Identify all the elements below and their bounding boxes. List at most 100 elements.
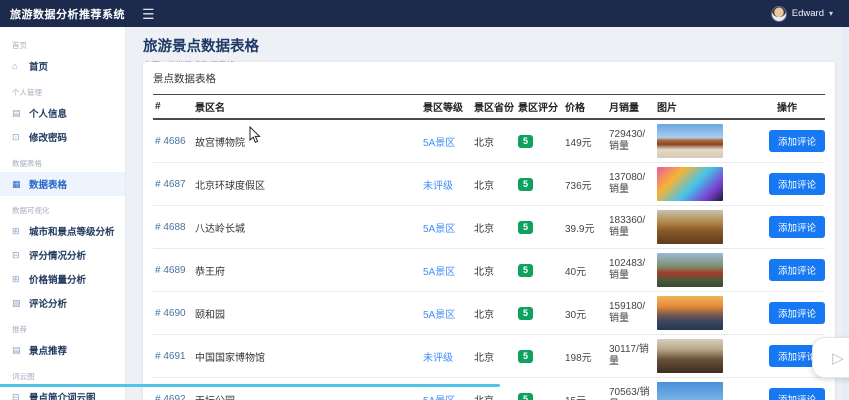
attraction-province: 北京	[474, 309, 494, 321]
sidebar-item-label: 评论分析	[29, 299, 68, 310]
user-name: Edward	[791, 8, 824, 19]
table-row[interactable]: # 4691 中国国家博物馆 未评级 北京 5 198元 30117/销量 添加…	[153, 334, 826, 378]
play-button-overlay[interactable]: ▷	[812, 337, 849, 378]
attraction-price: 30元	[565, 309, 587, 321]
add-comment-button[interactable]: 添加评论	[769, 173, 826, 195]
col-header-province: 景区省份	[472, 94, 516, 120]
attraction-level-link[interactable]: 5A景区	[423, 267, 455, 278]
card-title: 景点数据表格	[153, 73, 216, 85]
data-table-card: 景点数据表格 # 景区名 景区等级 景区省份 景区评分 价格 月销量 图片 操作…	[143, 62, 835, 400]
attraction-name: 中国国家博物馆	[195, 352, 265, 364]
avatar	[770, 5, 787, 22]
sidebar-item-label: 价格销量分析	[29, 275, 87, 286]
attraction-id: # 4690	[155, 307, 186, 319]
sidebar-item-home[interactable]: ⌂ 首页	[0, 54, 125, 78]
video-progress-bar[interactable]	[0, 384, 500, 387]
key-icon: ⊡	[12, 131, 20, 142]
table-row[interactable]: # 4687 北京环球度假区 未评级 北京 5 736元 137080/销量 添…	[153, 162, 826, 206]
attraction-level-link[interactable]: 5A景区	[423, 310, 455, 321]
wordcloud-icon: ⊟	[12, 391, 20, 400]
attraction-sales: 30117/销量	[609, 343, 649, 368]
attraction-province: 北京	[474, 352, 494, 364]
attraction-image	[657, 124, 723, 158]
attraction-image	[657, 210, 723, 244]
col-header-image: 图片	[655, 94, 763, 120]
sidebar-section-label: 数据可视化	[12, 206, 50, 215]
table-icon: ▦	[12, 178, 21, 189]
topbar: 旅游数据分析推荐系统 ☰ Edward ▾	[0, 0, 849, 27]
home-icon: ⌂	[12, 61, 18, 71]
attraction-image	[657, 339, 723, 373]
play-icon: ▷	[832, 349, 844, 367]
attraction-sales: 137080/销量	[609, 171, 646, 196]
sidebar-item-label: 评分情况分析	[29, 251, 87, 262]
attraction-province: 北京	[474, 180, 494, 192]
attraction-price: 736元	[565, 180, 592, 192]
table-row[interactable]: # 4688 八达岭长城 5A景区 北京 5 39.9元 183360/销量 添…	[153, 205, 826, 249]
sidebar-item-city-level-analysis[interactable]: ⊞ 城市和景点等级分析	[0, 219, 125, 243]
col-header-action: 操作	[763, 94, 825, 120]
sidebar-item-label: 个人信息	[29, 109, 68, 120]
rating-badge: 5	[518, 177, 534, 191]
sidebar-item-attraction-recommend[interactable]: ▤ 景点推荐	[0, 338, 125, 362]
attraction-sales: 102483/销量	[609, 257, 646, 282]
attraction-level-link[interactable]: 5A景区	[423, 224, 455, 235]
table-body: # 4686 故宫博物院 5A景区 北京 5 149元 729430/销量 添加…	[153, 119, 826, 400]
sidebar-item-comment-analysis[interactable]: ▨ 评论分析	[0, 291, 125, 315]
attraction-province: 北京	[474, 396, 494, 400]
sidebar-item-rating-analysis[interactable]: ⊟ 评分情况分析	[0, 243, 125, 267]
add-comment-button[interactable]: 添加评论	[769, 259, 826, 281]
caret-down-icon: ▾	[828, 9, 833, 18]
attraction-image	[657, 253, 723, 287]
add-comment-button[interactable]: 添加评论	[769, 216, 826, 238]
attraction-province: 北京	[474, 223, 494, 235]
sidebar-item-price-sales-analysis[interactable]: ⊞ 价格销量分析	[0, 267, 125, 291]
sidebar-section-label: 个人管理	[12, 88, 42, 97]
attraction-sales: 183360/销量	[609, 214, 646, 239]
recommend-icon: ▤	[12, 344, 21, 355]
attraction-image	[657, 296, 723, 330]
attraction-name: 北京环球度假区	[195, 180, 265, 192]
sidebar-item-profile[interactable]: ▤ 个人信息	[0, 101, 125, 125]
table-row[interactable]: # 4690 颐和园 5A景区 北京 5 30元 159180/销量 添加评论	[153, 291, 826, 335]
table-row[interactable]: # 4689 恭王府 5A景区 北京 5 40元 102483/销量 添加评论	[153, 248, 826, 292]
attraction-name: 恭王府	[195, 266, 225, 278]
attraction-id: # 4692	[155, 393, 186, 400]
rating-badge: 5	[518, 392, 534, 400]
attraction-name: 八达岭长城	[195, 223, 245, 235]
sidebar-item-change-password[interactable]: ⊡ 修改密码	[0, 125, 125, 149]
attraction-sales: 729430/销量	[609, 128, 646, 153]
sidebar: 首页 ⌂ 首页 个人管理 ▤ 个人信息 ⊡ 修改密码 数据表格 ▦ 数据表格 数据可视化 ⊞ 城市和景点等…	[0, 27, 126, 400]
table-row[interactable]: # 4692 天坛公园 5A景区 北京 5 15元 70563/销量 添加评论	[153, 377, 826, 400]
attraction-price: 15元	[565, 396, 586, 400]
attraction-level-link[interactable]: 5A景区	[423, 138, 455, 149]
sidebar-item-label: 修改密码	[29, 133, 68, 144]
attraction-id: # 4686	[155, 135, 186, 147]
app-title: 旅游数据分析推荐系统	[10, 8, 125, 21]
rating-badge: 5	[518, 263, 534, 277]
id-card-icon: ▤	[12, 107, 21, 118]
add-comment-button[interactable]: 添加评论	[769, 130, 826, 152]
sidebar-item-label: 城市和景点等级分析	[29, 227, 115, 238]
hamburger-menu-icon[interactable]: ☰	[142, 7, 155, 21]
attraction-sales: 70563/销量	[609, 386, 650, 400]
attraction-level-link[interactable]: 5A景区	[423, 396, 455, 400]
app-window: 旅游数据分析推荐系统 ☰ Edward ▾ 首页 ⌂ 首页 个人管理 ▤ 个人信息 ⊡ 修改密…	[0, 0, 849, 400]
sidebar-item-data-table[interactable]: ▦ 数据表格	[0, 172, 125, 196]
rating-badge: 5	[518, 134, 534, 148]
attraction-name: 天坛公园	[195, 396, 235, 400]
add-comment-button[interactable]: 添加评论	[769, 302, 826, 324]
user-menu[interactable]: Edward ▾	[770, 5, 849, 22]
attraction-id: # 4691	[155, 350, 186, 362]
attraction-image	[657, 167, 723, 201]
add-comment-button[interactable]: 添加评论	[769, 388, 826, 400]
col-header-name: 景区名	[193, 94, 421, 120]
attraction-level-link[interactable]: 未评级	[423, 181, 453, 192]
sidebar-item-intro-wordcloud[interactable]: ⊟ 景点简介词云图	[0, 385, 125, 400]
attraction-level-link[interactable]: 未评级	[423, 353, 453, 364]
sidebar-section-label: 词云图	[12, 372, 35, 381]
attraction-province: 北京	[474, 266, 494, 278]
attraction-price: 39.9元	[565, 223, 595, 235]
rating-badge: 5	[518, 349, 534, 363]
sidebar-nav: 首页 ⌂ 首页 个人管理 ▤ 个人信息 ⊡ 修改密码 数据表格 ▦ 数据表格 数据可视化 ⊞ 城市和景点等…	[0, 40, 125, 400]
